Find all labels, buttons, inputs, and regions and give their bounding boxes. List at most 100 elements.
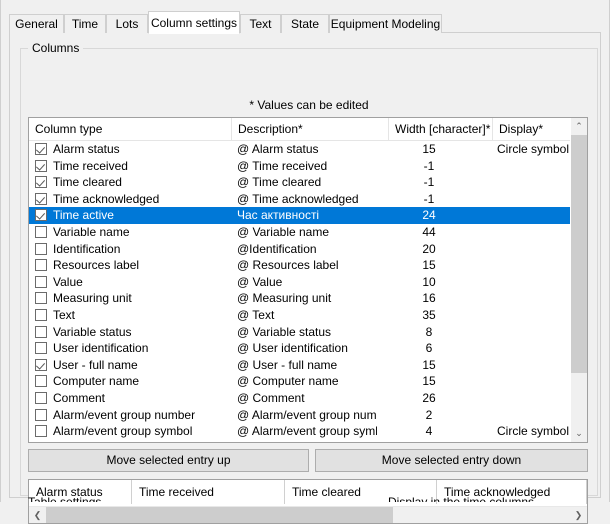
cell-column-display	[497, 390, 570, 407]
checkbox-icon[interactable]	[35, 308, 47, 321]
checkbox-icon[interactable]	[35, 242, 47, 255]
table-row[interactable]: Variable name @ Variable name 44	[29, 224, 570, 241]
checkbox-icon[interactable]	[35, 325, 47, 338]
cell-column-type: Time received	[53, 158, 128, 173]
cell-column-type: Value	[53, 274, 83, 289]
column-list-body[interactable]: Alarm status @ Alarm status 15 Circle symbo…	[29, 141, 570, 442]
move-selected-entry-up-button[interactable]: Move selected entry up	[28, 449, 309, 472]
cell-column-type: Variable name	[53, 224, 130, 239]
checkbox-icon[interactable]	[35, 391, 47, 404]
column-header-display[interactable]: Display*	[493, 118, 575, 140]
table-row[interactable]: Alarm status @ Alarm status 15 Circle symbo…	[29, 141, 570, 158]
column-list-vertical-scrollbar[interactable]: ⌃ ⌄	[570, 118, 587, 442]
checkbox-icon[interactable]	[35, 159, 47, 172]
scroll-left-arrow-icon[interactable]: ❮	[29, 507, 46, 523]
cell-column-display	[497, 307, 570, 324]
scroll-up-arrow-icon[interactable]: ⌃	[571, 118, 587, 135]
vertical-scroll-thumb[interactable]	[571, 135, 587, 373]
cell-column-display	[497, 357, 570, 374]
cell-column-display	[497, 174, 570, 191]
table-row[interactable]: User identification @ User identification…	[29, 340, 570, 357]
checkbox-icon[interactable]	[35, 425, 47, 438]
tab-state[interactable]: State	[281, 14, 329, 33]
table-row[interactable]: Alarm/event group symbol @ Alarm/event gr…	[29, 423, 570, 440]
cell-column-width: 20	[422, 241, 436, 256]
checkbox-icon[interactable]	[35, 259, 47, 272]
cell-column-description: @ Alarm/event group symbol	[237, 424, 377, 439]
table-row[interactable]: Text @ Text 35	[29, 307, 570, 324]
preview-horizontal-scrollbar[interactable]: ❮ ❯	[29, 506, 587, 523]
move-selected-entry-down-button[interactable]: Move selected entry down	[315, 449, 588, 472]
cell-column-display	[497, 290, 570, 307]
preview-column-time-received[interactable]: Time received	[132, 480, 285, 504]
cell-column-description: @ Time received	[237, 158, 328, 173]
checkbox-icon[interactable]	[35, 209, 47, 222]
cell-column-display	[497, 373, 570, 390]
cell-column-description: @ Alarm status	[237, 142, 319, 156]
cell-column-display	[497, 241, 570, 258]
table-row[interactable]: Measuring unit @ Measuring unit 16	[29, 290, 570, 307]
tab-bar: General Time Lots Column settings Text State E…	[9, 11, 601, 34]
checkbox-icon[interactable]	[35, 375, 47, 388]
scroll-down-arrow-icon[interactable]: ⌄	[571, 425, 587, 442]
cell-column-width: 15	[422, 258, 436, 273]
cell-column-display	[497, 207, 570, 224]
tab-lots[interactable]: Lots	[106, 14, 148, 33]
tab-general[interactable]: General	[9, 14, 64, 33]
cell-column-description: @ Text	[237, 307, 275, 322]
columns-group-box: Columns * Values can be edited Column ty…	[20, 41, 598, 524]
table-row[interactable]: Value @ Value 10	[29, 274, 570, 291]
checkbox-icon[interactable]	[35, 192, 47, 205]
tab-column-settings[interactable]: Column settings	[148, 11, 240, 34]
cell-column-type: Text	[53, 307, 76, 322]
table-row[interactable]: Identification @Identification 20	[29, 241, 570, 258]
column-list[interactable]: Column type Description* Width [character]…	[28, 117, 588, 443]
table-row[interactable]: Time cleared @ Time cleared -1	[29, 174, 570, 191]
scroll-right-arrow-icon[interactable]: ❯	[570, 507, 587, 523]
column-header-description[interactable]: Description*	[232, 118, 389, 140]
table-row[interactable]: Comment @ Comment 26	[29, 390, 570, 407]
tab-time[interactable]: Time	[64, 14, 106, 33]
checkbox-icon[interactable]	[35, 225, 47, 238]
cell-column-description: @ Measuring unit	[237, 291, 332, 306]
cell-column-description: @ Value	[237, 274, 283, 289]
table-row[interactable]: Time acknowledged @ Time acknowledged -1	[29, 191, 570, 208]
cell-column-description: @ Alarm/event group number	[237, 407, 377, 422]
cell-column-type: Identification	[53, 241, 121, 256]
checkbox-icon[interactable]	[35, 408, 47, 421]
table-row[interactable]: Time received @ Time received -1	[29, 158, 570, 175]
checkbox-icon[interactable]	[35, 275, 47, 288]
cell-column-display	[497, 191, 570, 208]
cell-column-type: Alarm/event group number	[53, 407, 196, 422]
checkbox-icon[interactable]	[35, 358, 47, 371]
cell-column-width: 6	[425, 341, 433, 356]
cell-column-type: Alarm status	[53, 142, 120, 156]
checkbox-icon[interactable]	[35, 292, 47, 305]
checkbox-icon[interactable]	[35, 143, 47, 155]
table-row[interactable]: Time active Час активності 24	[29, 207, 570, 224]
horizontal-scroll-thumb[interactable]	[46, 507, 393, 523]
column-header-column-type[interactable]: Column type	[29, 118, 232, 140]
cell-column-width: 10	[422, 274, 436, 289]
tab-text[interactable]: Text	[240, 14, 281, 33]
checkbox-icon[interactable]	[35, 342, 47, 355]
table-row[interactable]: Computer name @ Computer name 15	[29, 373, 570, 390]
cell-column-width: 16	[422, 291, 436, 306]
column-header-width-character[interactable]: Width [character]*	[389, 118, 493, 140]
table-row[interactable]: Variable status @ Variable status 8	[29, 324, 570, 341]
tab-equipment-modeling[interactable]: Equipment Modeling	[329, 14, 442, 33]
dialog-window: General Time Lots Column settings Text State E…	[0, 0, 610, 524]
cell-column-display	[497, 158, 570, 175]
cell-column-type: Time active	[53, 208, 114, 223]
cell-column-width: 15	[422, 374, 436, 389]
table-row[interactable]: User - full name @ User - full name 15	[29, 357, 570, 374]
cell-column-display	[497, 274, 570, 291]
checkbox-icon[interactable]	[35, 176, 47, 189]
cell-column-width: 44	[422, 224, 436, 239]
cell-column-description: @ Time acknowledged	[237, 191, 359, 206]
cell-column-type: Measuring unit	[53, 291, 132, 306]
cell-column-type: User identification	[53, 341, 149, 356]
table-row[interactable]: Resources label @ Resources label 15	[29, 257, 570, 274]
cell-column-width: -1	[423, 175, 435, 190]
table-row[interactable]: Alarm/event group number @ Alarm/event gr…	[29, 407, 570, 424]
